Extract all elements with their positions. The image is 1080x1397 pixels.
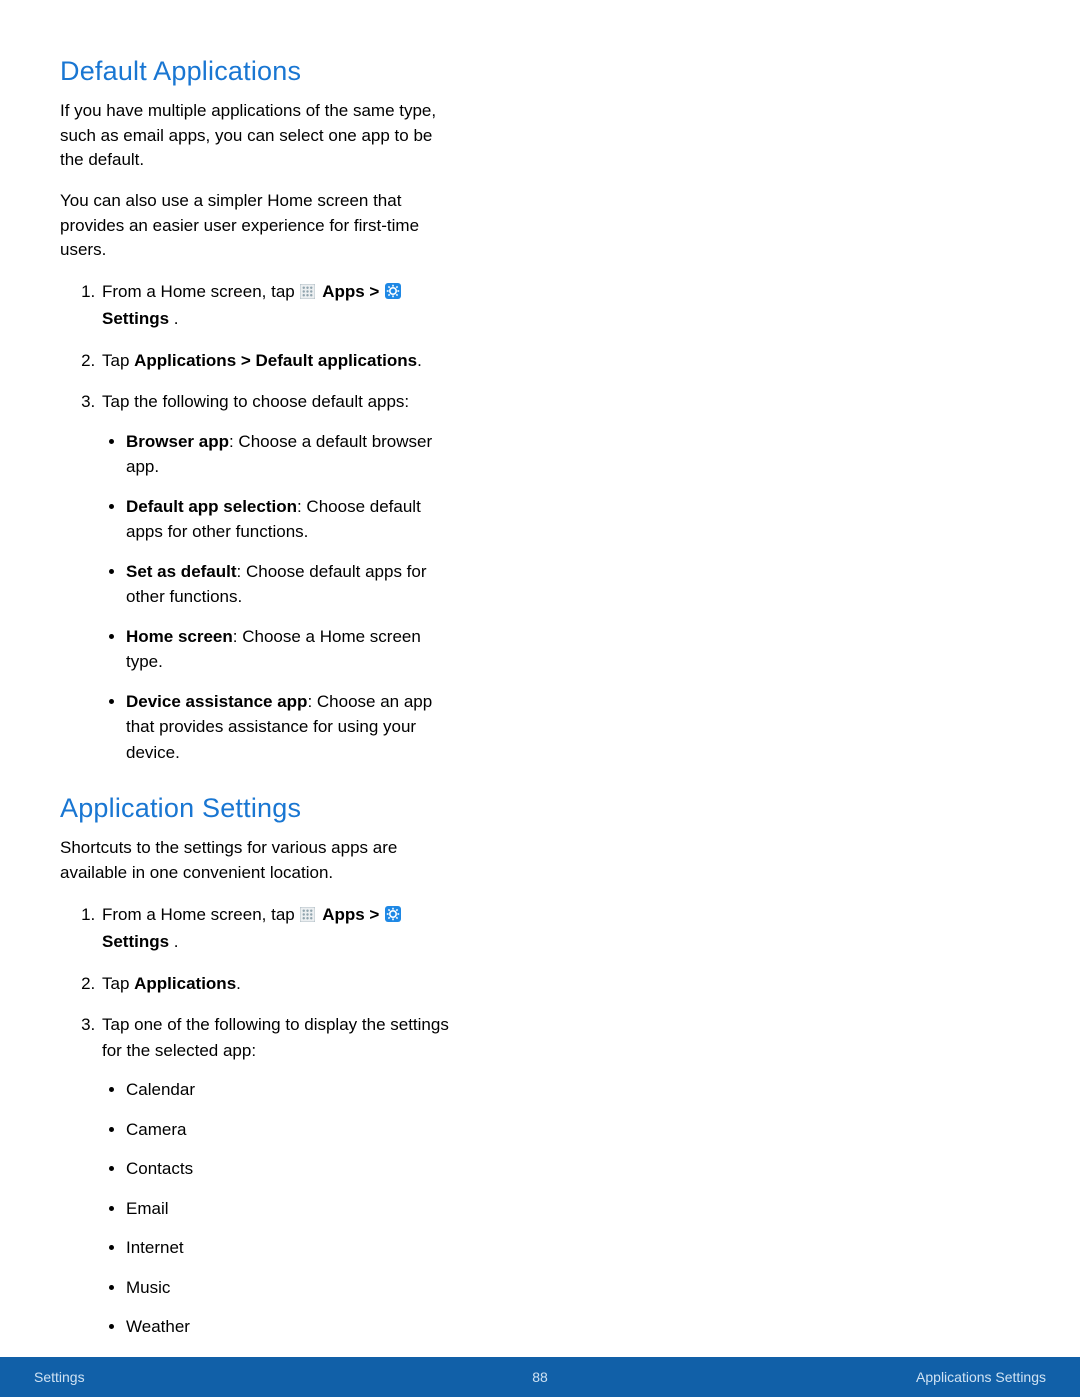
apps-label: Apps [322,905,365,924]
bullet-bold: Set as default [126,562,237,581]
footer-left: Settings [34,1369,85,1385]
step-text: From a Home screen, tap [102,282,299,301]
step-text: . [169,932,178,951]
apps-grid-icon [300,281,315,307]
heading-default-applications: Default Applications [60,56,460,87]
step-bold: Applications > Default applications [134,351,417,370]
page-footer: Settings 88 Applications Settings [0,1357,1080,1397]
ordered-steps: From a Home screen, tap Apps > Settings … [60,279,460,766]
ordered-steps: From a Home screen, tap Apps > Settings … [60,902,460,1340]
step-item: Tap Applications. [100,971,460,997]
list-item: Default app selection: Choose default ap… [126,494,460,545]
list-item: Calendar [126,1077,460,1103]
list-item: Browser app: Choose a default browser ap… [126,429,460,480]
step-text: Tap [102,351,134,370]
bullet-bold: Device assistance app [126,692,307,711]
heading-application-settings: Application Settings [60,793,460,824]
footer-right: Applications Settings [916,1369,1046,1385]
list-item: Weather [126,1314,460,1340]
list-item: Device assistance app: Choose an app tha… [126,689,460,766]
apps-grid-icon [300,904,315,930]
settings-label: Settings [102,309,169,328]
breadcrumb-separator: > [365,282,384,301]
step-item: From a Home screen, tap Apps > Settings … [100,902,460,955]
step-item: Tap the following to choose default apps… [100,389,460,765]
paragraph: If you have multiple applications of the… [60,99,460,173]
bullet-list: Browser app: Choose a default browser ap… [102,429,460,766]
settings-label: Settings [102,932,169,951]
bullet-bold: Home screen [126,627,233,646]
document-page: Default Applications If you have multipl… [0,0,520,1340]
step-text: Tap [102,974,134,993]
gear-icon [385,904,401,930]
step-text: . [236,974,241,993]
apps-label: Apps [322,282,365,301]
step-text: Tap the following to choose default apps… [102,392,409,411]
gear-icon [385,281,401,307]
page-number: 88 [532,1369,548,1385]
list-item: Contacts [126,1156,460,1182]
paragraph: Shortcuts to the settings for various ap… [60,836,460,885]
step-text: Tap one of the following to display the … [102,1015,449,1060]
step-item: Tap one of the following to display the … [100,1012,460,1340]
list-item: Camera [126,1117,460,1143]
list-item: Email [126,1196,460,1222]
list-item: Home screen: Choose a Home screen type. [126,624,460,675]
step-bold: Applications [134,974,236,993]
section-application-settings: Application Settings Shortcuts to the se… [60,793,460,1339]
bullet-bold: Browser app [126,432,229,451]
step-text: . [417,351,422,370]
bullet-bold: Default app selection [126,497,297,516]
bullet-list: Calendar Camera Contacts Email Internet … [102,1077,460,1340]
paragraph: You can also use a simpler Home screen t… [60,189,460,263]
step-item: Tap Applications > Default applications. [100,348,460,374]
list-item: Set as default: Choose default apps for … [126,559,460,610]
breadcrumb-separator: > [365,905,384,924]
step-text: . [169,309,178,328]
step-text: From a Home screen, tap [102,905,299,924]
list-item: Internet [126,1235,460,1261]
list-item: Music [126,1275,460,1301]
step-item: From a Home screen, tap Apps > Settings … [100,279,460,332]
